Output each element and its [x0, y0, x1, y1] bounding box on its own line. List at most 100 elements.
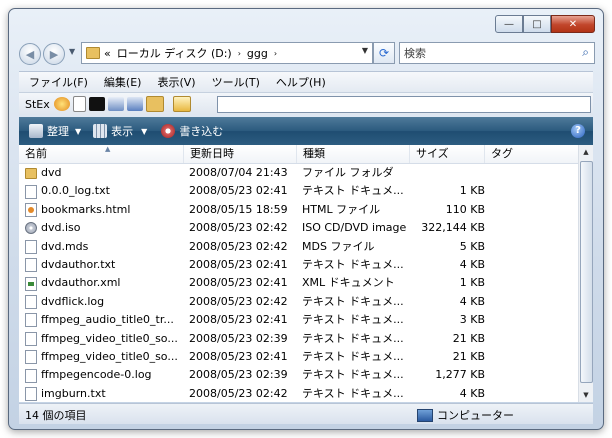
- item-count: 14 個の項目: [25, 409, 87, 422]
- table-row[interactable]: bookmarks.html 2008/05/15 18:59 HTML ファイ…: [19, 201, 579, 219]
- column-header-type[interactable]: 種類: [297, 145, 410, 163]
- table-row[interactable]: dvd 2008/07/04 21:43 ファイル フォルダ: [19, 164, 579, 182]
- breadcrumb-separator[interactable]: ›: [238, 49, 241, 58]
- window-alt-icon[interactable]: [126, 97, 143, 111]
- chevron-down-icon: ▼: [69, 47, 76, 56]
- folder-icon: [86, 47, 100, 59]
- file-size: 1 KB: [459, 184, 485, 198]
- column-header-name[interactable]: 名前: [19, 145, 184, 163]
- address-dropdown-icon[interactable]: ▼: [362, 46, 368, 55]
- navigation-bar: ◀ ▶ ▼ « ローカル ディスク (D:) › ggg › ▼ ⟳ 検索 ⌕: [19, 41, 595, 67]
- file-date: 2008/05/23 02:42: [189, 221, 288, 235]
- menu-view[interactable]: 表示(V): [151, 74, 201, 90]
- file-size: 3 KB: [459, 313, 485, 327]
- menu-tools[interactable]: ツール(T): [206, 74, 266, 90]
- search-input[interactable]: 検索 ⌕: [399, 42, 595, 64]
- menu-help[interactable]: ヘルプ(H): [270, 74, 332, 90]
- file-date: 2008/05/23 02:41: [189, 257, 288, 271]
- text-file-icon: [25, 184, 37, 199]
- menu-file[interactable]: ファイル(F): [23, 74, 94, 90]
- folder-path-icon[interactable]: [172, 96, 191, 112]
- open-folder-icon[interactable]: [145, 96, 164, 112]
- burn-label: 書き込む: [179, 125, 224, 138]
- refresh-button[interactable]: ⟳: [373, 42, 395, 64]
- table-row[interactable]: ffmpeg_audio_title0_tr... 2008/05/23 02:…: [19, 311, 579, 329]
- file-name: ffmpeg_video_title0_so...: [41, 331, 178, 345]
- file-date: 2008/05/15 18:59: [189, 202, 288, 216]
- table-row[interactable]: dvdauthor.xml 2008/05/23 02:41 XML ドキュメン…: [19, 274, 579, 292]
- status-bar: 14 個の項目 コンピューター: [19, 403, 593, 424]
- table-row[interactable]: imgburn.txt 2008/05/23 02:42 テキスト ドキュメ..…: [19, 385, 579, 402]
- file-type: ファイル フォルダ: [302, 166, 394, 179]
- html-file-icon: [25, 202, 37, 217]
- table-row[interactable]: 0.0.0_log.txt 2008/05/23 02:41 テキスト ドキュメ…: [19, 182, 579, 200]
- file-name: imgburn.txt: [41, 386, 106, 400]
- column-header-tag[interactable]: タグ: [485, 145, 579, 163]
- recent-pages-dropdown[interactable]: ▼: [69, 47, 75, 56]
- close-button[interactable]: ✕: [551, 15, 595, 33]
- file-type: XML ドキュメント: [302, 276, 395, 290]
- file-size: 1 KB: [459, 276, 485, 290]
- explorer-window: — □ ✕ ◀ ▶ ▼ « ローカル ディスク (D:) › ggg › ▼ ⟳…: [8, 8, 604, 430]
- new-document-icon[interactable]: [72, 96, 86, 112]
- column-header-size[interactable]: サイズ: [410, 145, 485, 163]
- column-header-date[interactable]: 更新日時: [184, 145, 297, 163]
- table-row[interactable]: ffmpeg_video_title0_so... 2008/05/23 02:…: [19, 348, 579, 366]
- breadcrumb-drive[interactable]: ローカル ディスク (D:): [117, 45, 232, 61]
- file-type: テキスト ドキュメ...: [302, 349, 404, 363]
- file-type: MDS ファイル: [302, 239, 375, 253]
- file-size: 4 KB: [459, 294, 485, 308]
- file-name: ffmpeg_video_title0_so...: [41, 349, 178, 363]
- vertical-scrollbar[interactable]: ▲ ▼: [578, 145, 593, 402]
- help-button[interactable]: ?: [571, 124, 585, 138]
- scroll-up-icon[interactable]: ▲: [579, 145, 593, 159]
- file-icon: [25, 239, 37, 254]
- breadcrumb-separator[interactable]: ›: [274, 49, 277, 58]
- window-icon[interactable]: [107, 97, 124, 111]
- forward-button[interactable]: ▶: [43, 43, 65, 65]
- file-type: テキスト ドキュメ...: [302, 386, 404, 400]
- table-row[interactable]: dvd.iso 2008/05/23 02:42 ISO CD/DVD imag…: [19, 219, 579, 237]
- maximize-button[interactable]: □: [523, 15, 551, 33]
- address-bar[interactable]: « ローカル ディスク (D:) › ggg › ▼: [81, 42, 373, 64]
- minimize-button[interactable]: —: [495, 15, 523, 33]
- table-row[interactable]: ffmpeg_video_title0_so... 2008/05/23 02:…: [19, 330, 579, 348]
- file-type: テキスト ドキュメ...: [302, 331, 404, 345]
- command-prompt-icon[interactable]: [88, 97, 105, 111]
- file-type: テキスト ドキュメ...: [302, 294, 404, 308]
- view-button[interactable]: 表示 ▼: [93, 123, 147, 139]
- file-type: テキスト ドキュメ...: [302, 184, 404, 198]
- text-file-icon: [25, 313, 37, 328]
- table-row[interactable]: dvd.mds 2008/05/23 02:42 MDS ファイル 5 KB: [19, 238, 579, 256]
- back-button[interactable]: ◀: [19, 43, 41, 65]
- table-row[interactable]: dvdflick.log 2008/05/23 02:42 テキスト ドキュメ.…: [19, 293, 579, 311]
- burn-button[interactable]: 書き込む: [161, 123, 223, 139]
- search-icon[interactable]: ⌕: [582, 45, 589, 60]
- scroll-down-icon[interactable]: ▼: [579, 388, 593, 402]
- text-file-icon: [25, 258, 37, 273]
- stex-path-input[interactable]: [217, 96, 591, 113]
- text-file-icon: [25, 331, 37, 346]
- file-date: 2008/07/04 21:43: [189, 166, 288, 179]
- file-size: 1,277 KB: [435, 368, 485, 382]
- scrollbar-thumb[interactable]: [580, 161, 593, 383]
- caption-buttons: — □ ✕: [495, 15, 595, 33]
- chevron-down-icon: ▼: [141, 126, 148, 136]
- breadcrumb-folder[interactable]: ggg: [247, 47, 268, 60]
- file-date: 2008/05/23 02:41: [189, 184, 288, 198]
- organize-button[interactable]: 整理 ▼: [29, 123, 81, 139]
- file-size: 21 KB: [452, 349, 485, 363]
- file-size: 21 KB: [452, 331, 485, 345]
- address-overflow[interactable]: «: [104, 47, 111, 60]
- stex-orange-icon[interactable]: [53, 97, 70, 111]
- menu-bar: ファイル(F) 編集(E) 表示(V) ツール(T) ヘルプ(H): [19, 71, 593, 92]
- text-file-icon: [25, 368, 37, 383]
- text-file-icon: [25, 386, 37, 401]
- table-row[interactable]: ffmpegencode-0.log 2008/05/23 02:39 テキスト…: [19, 366, 579, 384]
- organize-label: 整理: [47, 125, 69, 138]
- file-type: テキスト ドキュメ...: [302, 257, 404, 271]
- stex-label: StEx: [25, 97, 50, 111]
- menu-edit[interactable]: 編集(E): [98, 74, 148, 90]
- table-row[interactable]: dvdauthor.txt 2008/05/23 02:41 テキスト ドキュメ…: [19, 256, 579, 274]
- file-type: ISO CD/DVD image: [302, 221, 407, 235]
